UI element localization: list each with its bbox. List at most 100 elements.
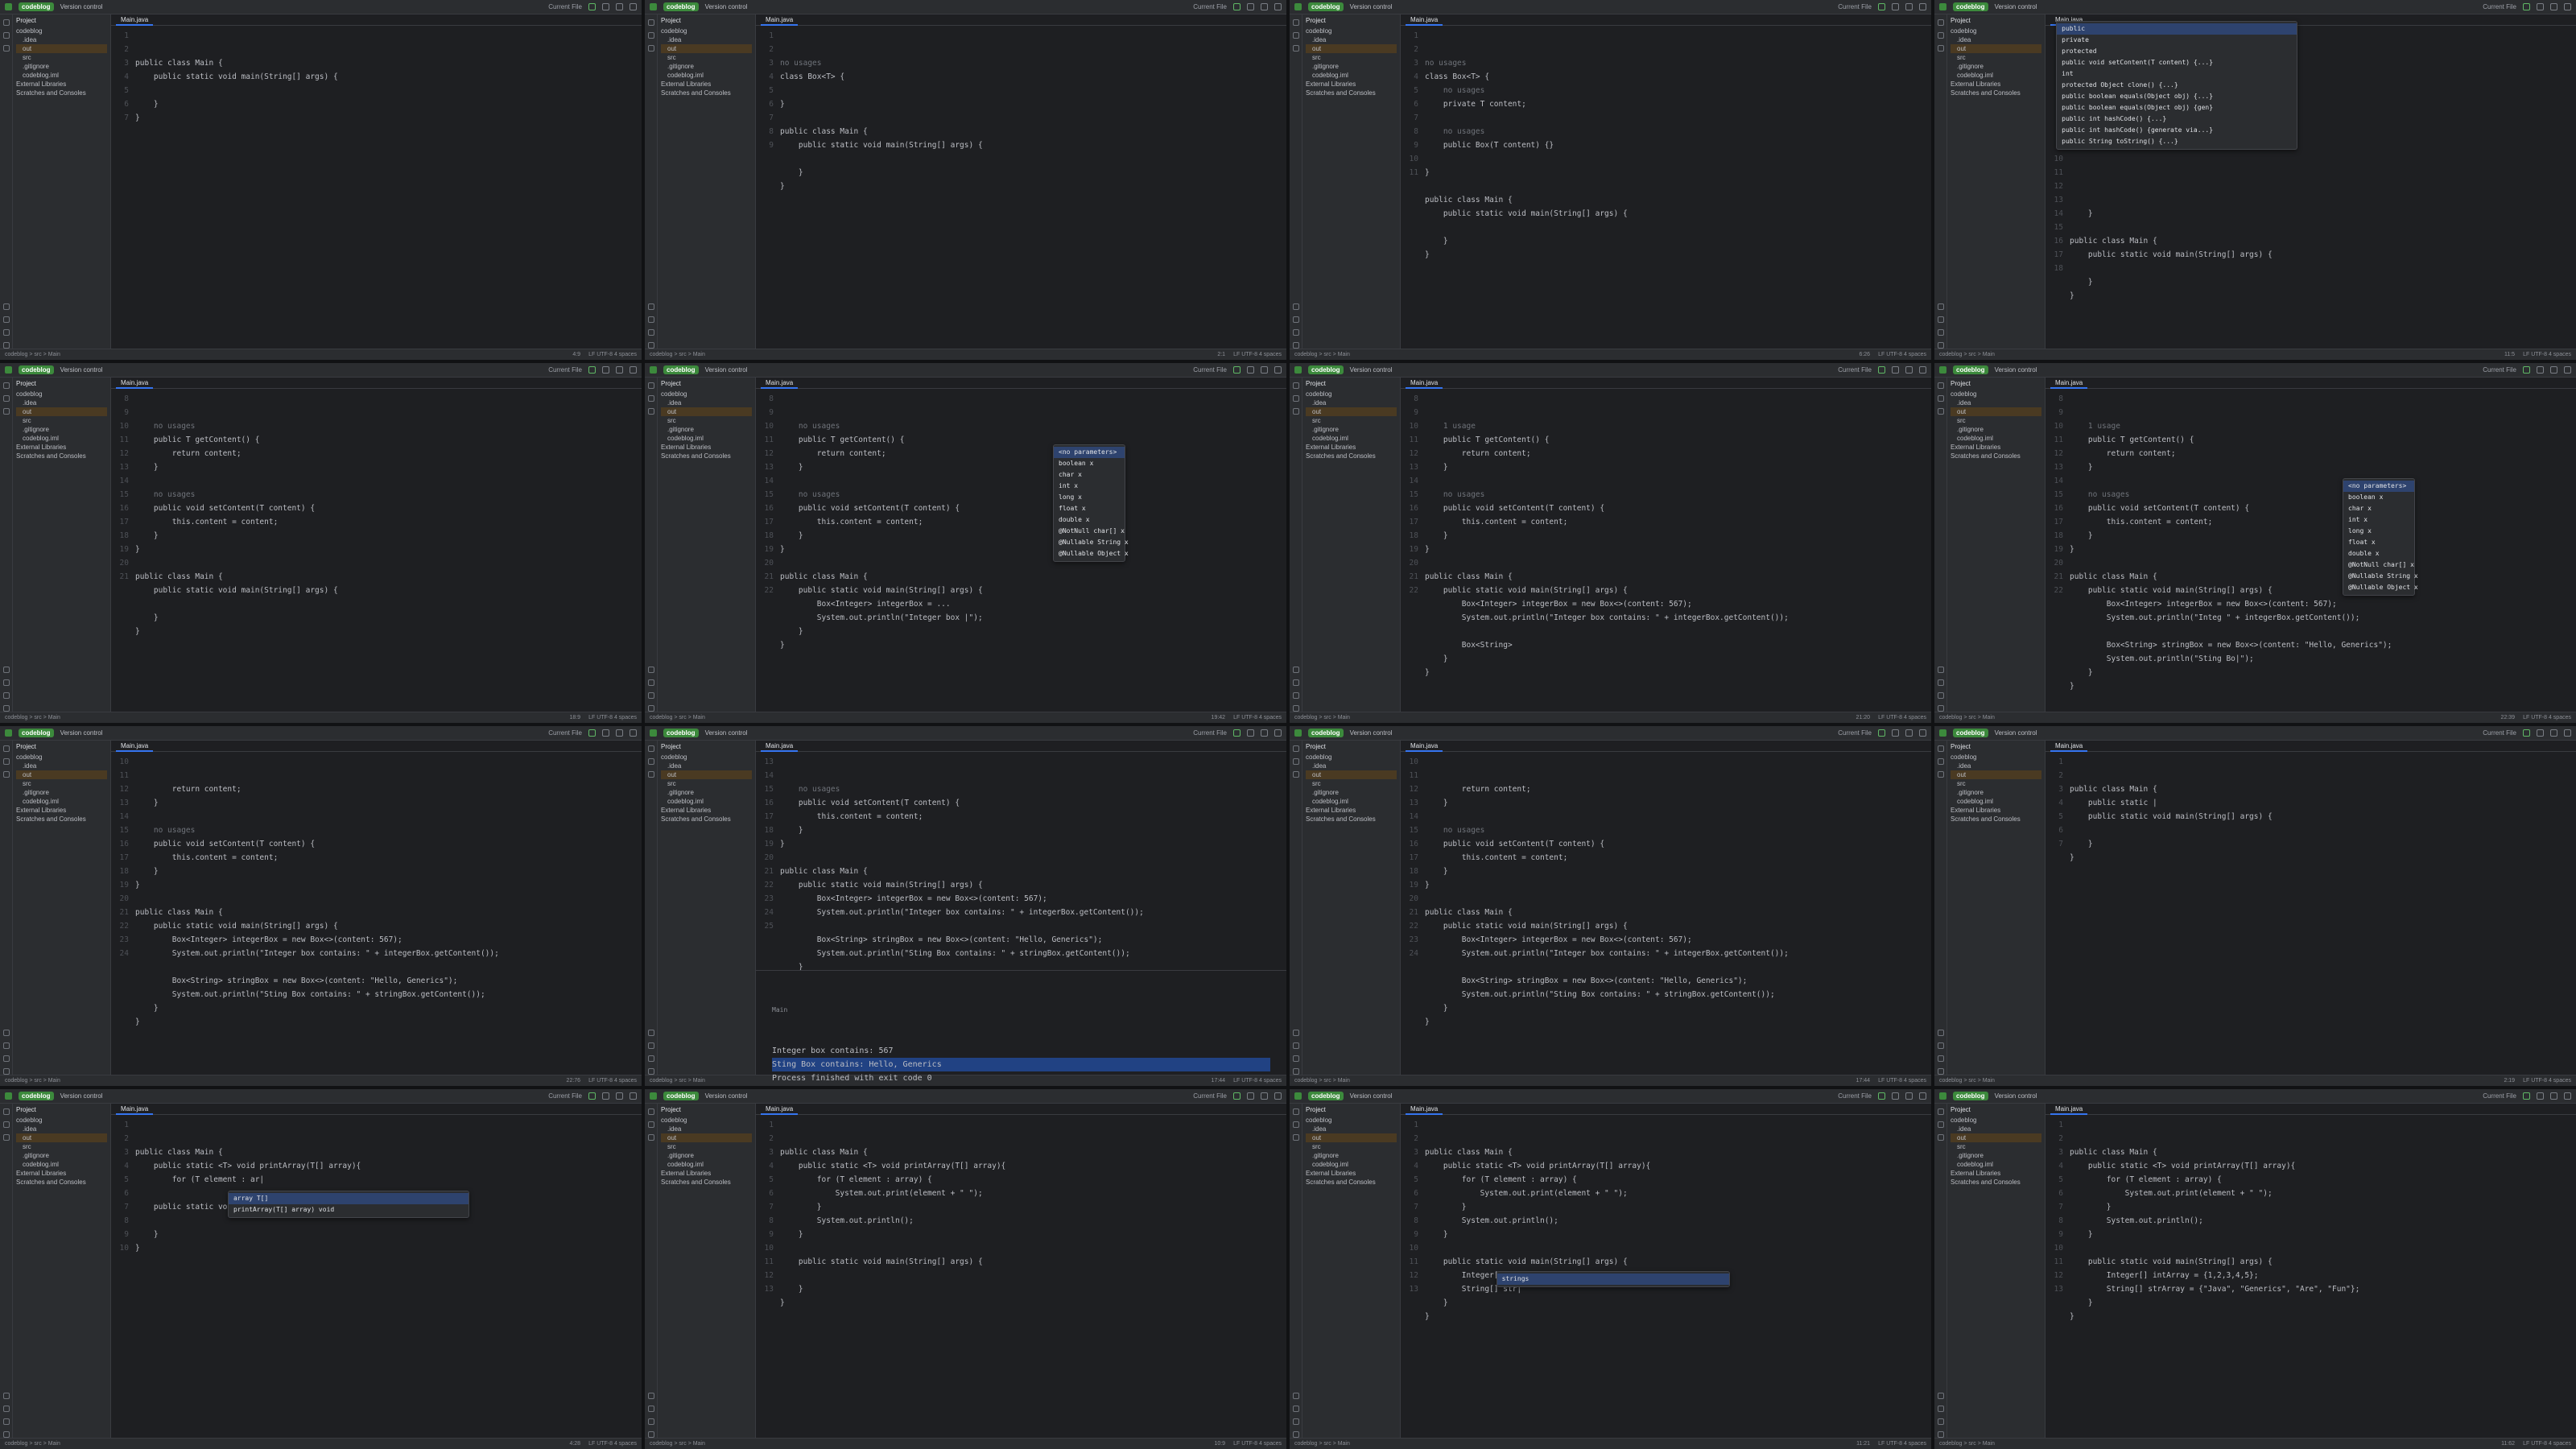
code-line[interactable]: } (135, 1015, 642, 1029)
code-line[interactable] (780, 152, 1286, 166)
tree-item[interactable]: External Libraries (1306, 1169, 1397, 1178)
code-line[interactable]: 1 usage (1425, 419, 1931, 433)
git-tool-icon[interactable] (1937, 1431, 1944, 1438)
project-tree-header[interactable]: Project (661, 743, 752, 750)
code-line[interactable]: no usages (780, 488, 1286, 502)
tree-item[interactable]: External Libraries (1951, 80, 2041, 89)
project-tree-header[interactable]: Project (1306, 380, 1397, 387)
code-line[interactable]: no usages (1425, 84, 1931, 97)
file-encoding[interactable]: LF UTF-8 4 spaces (1233, 1441, 1282, 1447)
git-tool-icon[interactable] (2, 342, 10, 349)
code-line[interactable] (135, 138, 642, 152)
code-line[interactable]: return content; (1425, 447, 1931, 460)
code-line[interactable]: public static void main(String[] args) { (2070, 1255, 2576, 1269)
project-tree-header[interactable]: Project (661, 380, 752, 387)
tree-item[interactable]: out (661, 407, 752, 416)
code-line[interactable] (1425, 152, 1931, 166)
project-tree-header[interactable]: Project (661, 1106, 752, 1113)
structure-tool-icon[interactable] (1292, 758, 1299, 765)
tab-main-java[interactable]: Main.java (116, 741, 154, 752)
project-tool-icon[interactable] (2, 19, 10, 26)
tree-item[interactable]: Scratches and Consoles (661, 89, 752, 97)
tree-item[interactable]: out (16, 407, 107, 416)
code-line[interactable] (1425, 892, 1931, 906)
completion-item[interactable]: long x (1054, 492, 1125, 503)
cursor-position[interactable]: 2:19 (2504, 1078, 2515, 1084)
code-line[interactable]: public static void main(String[] args) { (780, 878, 1286, 892)
file-encoding[interactable]: LF UTF-8 4 spaces (2523, 352, 2571, 357)
code-line[interactable]: for (T element : ar| (135, 1173, 642, 1187)
code-line[interactable]: } (1425, 234, 1931, 248)
run-icon[interactable] (1233, 366, 1241, 374)
more-tools-icon[interactable] (2, 408, 10, 415)
code-line[interactable]: private T content; (1425, 97, 1931, 111)
tree-item[interactable]: codeblog.iml (661, 71, 752, 80)
code-line[interactable]: } (1425, 166, 1931, 180)
code-line[interactable]: } (2070, 543, 2576, 556)
more-tools-icon[interactable] (647, 1134, 654, 1141)
tree-item[interactable]: External Libraries (16, 443, 107, 452)
search-icon[interactable] (616, 3, 623, 10)
debug-icon[interactable] (602, 3, 609, 10)
tree-item[interactable]: External Libraries (16, 806, 107, 815)
code-line[interactable]: } (1425, 652, 1931, 666)
code-line[interactable]: } (780, 824, 1286, 837)
completion-item[interactable]: float x (1054, 503, 1125, 514)
search-icon[interactable] (1261, 366, 1268, 374)
code-line[interactable]: public void setContent(T content) { (1425, 837, 1931, 851)
tree-item[interactable]: .idea (16, 1125, 107, 1133)
tree-item[interactable]: .gitignore (16, 425, 107, 434)
terminal-tool-icon[interactable] (1937, 679, 1944, 686)
project-tree-header[interactable]: Project (16, 17, 107, 24)
code-line[interactable]: public class Main { (780, 1146, 1286, 1159)
code-line[interactable] (2070, 152, 2576, 166)
terminal-tool-icon[interactable] (2, 316, 10, 323)
code-line[interactable]: System.out.println("Sting Bo|"); (2070, 652, 2576, 666)
code-line[interactable]: public static void main(String[] args) { (135, 584, 642, 597)
code-line[interactable] (1425, 960, 1931, 974)
code-line[interactable]: } (1425, 1015, 1931, 1029)
project-selector[interactable]: codeblog (1953, 2, 1988, 11)
code-line[interactable]: public static void main(String[] args) { (780, 138, 1286, 152)
problems-tool-icon[interactable] (647, 692, 654, 699)
project-tree-header[interactable]: Project (1306, 17, 1397, 24)
tree-item[interactable]: codeblog.iml (16, 71, 107, 80)
code-line[interactable] (2070, 166, 2576, 180)
project-selector[interactable]: codeblog (1953, 729, 1988, 737)
completion-item[interactable]: int (2057, 68, 2297, 80)
completion-item[interactable]: <no parameters> (1054, 447, 1125, 458)
code-view[interactable]: 8 9 10 11 12 13 14 15 16 17 18 19 20 21 22 1 usage pub… (1401, 389, 1931, 712)
git-tool-icon[interactable] (1937, 705, 1944, 712)
debug-icon[interactable] (1892, 729, 1899, 737)
tree-item[interactable]: .idea (661, 1125, 752, 1133)
code-line[interactable]: Integer[] intArray = {1,2,3,4,5}; (2070, 1269, 2576, 1282)
code-line[interactable]: } (2070, 1296, 2576, 1310)
code-line[interactable]: public static void main(String[] args) { (135, 919, 642, 933)
more-tools-icon[interactable] (2, 771, 10, 778)
code-lines[interactable]: no usages public T getContent() { return… (135, 389, 642, 712)
debug-icon[interactable] (1247, 3, 1254, 10)
code-line[interactable]: this.content = content; (135, 515, 642, 529)
tree-item[interactable]: out (661, 44, 752, 53)
run-tool-icon[interactable] (1292, 1030, 1299, 1036)
run-tool-icon[interactable] (647, 303, 654, 310)
code-line[interactable]: this.content = content; (780, 810, 1286, 824)
terminal-tool-icon[interactable] (1292, 1042, 1299, 1049)
code-line[interactable]: public class Main { (1425, 193, 1931, 207)
terminal-tool-icon[interactable] (647, 1406, 654, 1412)
code-view[interactable]: 13 14 15 16 17 18 19 20 21 22 23 24 25 no usages pub… (756, 752, 1286, 970)
code-line[interactable]: Box<Integer> integerBox = new Box<>(cont… (1425, 933, 1931, 947)
project-selector[interactable]: codeblog (1308, 2, 1344, 11)
project-selector[interactable]: codeblog (1308, 1092, 1344, 1100)
code-line[interactable]: return content; (780, 447, 1286, 460)
more-tools-icon[interactable] (1292, 771, 1299, 778)
cursor-position[interactable]: 22:76 (567, 1078, 581, 1084)
code-lines[interactable]: no usages public void setContent(T conte… (780, 752, 1286, 970)
code-line[interactable]: public class Main { (780, 865, 1286, 878)
code-line[interactable]: } (1425, 796, 1931, 810)
run-config-selector[interactable]: Current File (1838, 1092, 1872, 1100)
tree-item[interactable]: src (16, 416, 107, 425)
tree-item[interactable]: .idea (1951, 398, 2041, 407)
tree-item[interactable]: .idea (16, 762, 107, 770)
problems-tool-icon[interactable] (1937, 1055, 1944, 1062)
